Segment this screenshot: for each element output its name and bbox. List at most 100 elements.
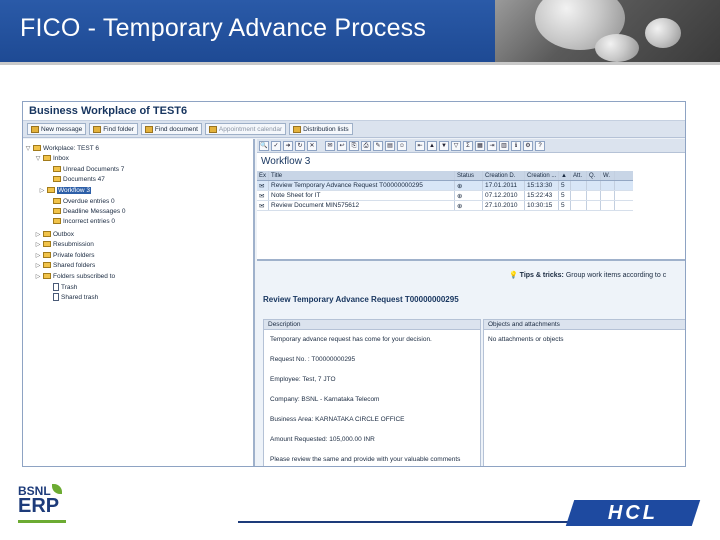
column-header[interactable]: Ex [257, 171, 269, 180]
column-header[interactable]: W. [601, 171, 615, 180]
column-header[interactable]: Att. [571, 171, 587, 180]
tree-item-label: Resubmission [53, 240, 94, 248]
user-icon[interactable]: ☺ [397, 140, 407, 151]
folder-icon [53, 208, 61, 214]
tree-item-label: Documents 47 [63, 175, 105, 183]
sort-desc-icon[interactable]: ▼ [439, 140, 449, 151]
tree-item[interactable]: ▷ Private folders [35, 250, 95, 260]
folder-icon [43, 241, 51, 247]
tree-item-label: Shared folders [53, 261, 96, 269]
copy-icon[interactable]: ⎘ [349, 140, 359, 151]
tree-item[interactable]: Deadline Messages 0 [45, 206, 126, 216]
expand-icon[interactable]: ▷ [39, 187, 45, 194]
description-line: Temporary advance request has come for y… [270, 336, 432, 343]
column-header[interactable]: Status [455, 171, 483, 180]
work-item-row[interactable]: ✉ Note Sheet for IT ⊕ 07.12.2010 15:22:43 5 [257, 191, 633, 201]
expand-icon[interactable]: ▽ [35, 155, 41, 162]
description-line: Please review the same and provide with … [270, 456, 461, 463]
work-item-cell [601, 201, 615, 210]
toolbar-button-icon [293, 125, 302, 133]
help-icon[interactable]: ? [535, 140, 545, 151]
workflow-folder-title: Workflow 3 [257, 153, 685, 171]
work-item-cell [571, 191, 587, 200]
tree-item[interactable]: ▷ Resubmission [35, 239, 94, 249]
tree-item[interactable]: ▷ Outbox [35, 229, 74, 239]
forward-icon[interactable]: ➜ [283, 140, 293, 151]
tree-item[interactable]: ▽ Inbox [35, 153, 69, 163]
tree-item[interactable]: Overdue entries 0 [45, 196, 115, 206]
folder-tree: ▽ Workplace: TEST 6 ▽ Inbox Unread Documents… [23, 139, 255, 466]
work-item-status-icon: ⊕ [455, 191, 483, 200]
expand-icon[interactable]: ▷ [35, 241, 41, 248]
tree-item[interactable]: Documents 47 [45, 174, 105, 184]
expand-icon[interactable]: ▷ [35, 273, 41, 280]
toolbar-button-1[interactable]: Find folder [89, 123, 138, 135]
bsnl-erp-logo: BSNL ERP [18, 484, 78, 528]
work-item-row[interactable]: ✉ Review Document MIN575612 ⊕ 27.10.2010 10:… [257, 201, 633, 211]
attach-icon[interactable]: ✎ [373, 140, 383, 151]
column-header[interactable]: Q. [587, 171, 601, 180]
settings-icon[interactable]: ⚙ [523, 140, 533, 151]
delete-icon[interactable]: ✕ [307, 140, 317, 151]
tree-item[interactable]: Trash [45, 282, 77, 292]
info-icon[interactable]: ℹ [511, 140, 521, 151]
work-item-attachment-count: 5 [559, 181, 571, 190]
expand-icon[interactable]: ▷ [35, 262, 41, 269]
toolbar-button-3[interactable]: Appointment calendar [204, 123, 287, 135]
workflow-pane: 🔍 ✓ ➜ ↻ ✕ ✉ ↩ ⎘ ⎙ ✎ ▤ ☺ ⇤ ▲ ▼ ▽ Σ ▦ ⇥ ▥ … [257, 139, 685, 466]
sum-icon[interactable]: Σ [463, 140, 473, 151]
column-header[interactable]: Creation ... [525, 171, 559, 180]
work-item-title[interactable]: Note Sheet for IT [269, 191, 455, 200]
tree-item[interactable]: ▽ Workplace: TEST 6 [25, 143, 99, 153]
work-item-type-icon: ✉ [257, 181, 269, 190]
work-item-attachment-count: 5 [559, 191, 571, 200]
sort-asc-icon[interactable]: ▲ [427, 140, 437, 151]
execute-icon[interactable]: ✓ [271, 140, 281, 151]
tree-item[interactable]: ▷ Folders subscribed to [35, 271, 115, 281]
filter-icon[interactable]: ▽ [451, 140, 461, 151]
work-items-grid: Ex Title Status Creation D. Creation ... ▲ Att… [257, 171, 633, 211]
work-item-cell [601, 191, 615, 200]
tree-item[interactable]: ▷ Shared folders [35, 260, 96, 270]
expand-icon[interactable]: ▷ [35, 252, 41, 259]
work-item-title[interactable]: Review Document MIN575612 [269, 201, 455, 210]
folder-icon [43, 155, 51, 161]
toolbar-button-0[interactable]: New message [27, 123, 87, 135]
tree-item[interactable]: Unread Documents 7 [45, 164, 124, 174]
details-icon[interactable]: 🔍 [259, 140, 269, 151]
refresh-icon[interactable]: ↻ [295, 140, 305, 151]
tree-item[interactable]: Incorrect entries 0 [45, 216, 115, 226]
grid-toolbar: 🔍 ✓ ➜ ↻ ✕ ✉ ↩ ⎘ ⎙ ✎ ▤ ☺ ⇤ ▲ ▼ ▽ Σ ▦ ⇥ ▥ … [257, 139, 685, 153]
layout-icon[interactable]: ▦ [475, 140, 485, 151]
export-icon[interactable]: ⇥ [487, 140, 497, 151]
tree-item[interactable]: Shared trash [45, 292, 98, 302]
tree-item[interactable]: ▷ Workflow 3 [39, 185, 92, 195]
attachments-header: Objects and attachments [484, 320, 685, 330]
toolbar-button-4[interactable]: Distribution lists [289, 123, 353, 135]
folder-icon [43, 252, 51, 258]
column-header[interactable]: ▲ [559, 171, 571, 180]
toolbar-button-2[interactable]: Find document [140, 123, 202, 135]
chart-icon[interactable]: ▥ [499, 140, 509, 151]
sap-toolbar: New message Find folder Find document Appoi… [23, 121, 685, 138]
folder-icon [53, 166, 61, 172]
folder-icon[interactable]: ▤ [385, 140, 395, 151]
column-header[interactable]: Creation D. [483, 171, 525, 180]
tree-item-label: Trash [61, 283, 78, 291]
work-item-type-icon: ✉ [257, 191, 269, 200]
reply-icon[interactable]: ↩ [337, 140, 347, 151]
expand-icon[interactable]: ▽ [25, 145, 31, 152]
work-item-status-icon: ⊕ [455, 201, 483, 210]
mail-icon[interactable]: ✉ [325, 140, 335, 151]
first-page-icon[interactable]: ⇤ [415, 140, 425, 151]
work-item-status-icon: ⊕ [455, 181, 483, 190]
footer-divider [238, 521, 568, 523]
tree-item-label: Workplace: TEST 6 [43, 144, 99, 152]
column-header[interactable]: Title [269, 171, 455, 180]
work-item-title[interactable]: Review Temporary Advance Request T000000… [269, 181, 455, 190]
work-item-cell [587, 201, 601, 210]
print-icon[interactable]: ⎙ [361, 140, 371, 151]
expand-icon[interactable]: ▷ [35, 231, 41, 238]
work-item-row[interactable]: ✉ Review Temporary Advance Request T00000… [257, 181, 633, 191]
tips-and-tricks[interactable]: 💡 Tips & tricks: Group work items accord… [509, 271, 666, 279]
